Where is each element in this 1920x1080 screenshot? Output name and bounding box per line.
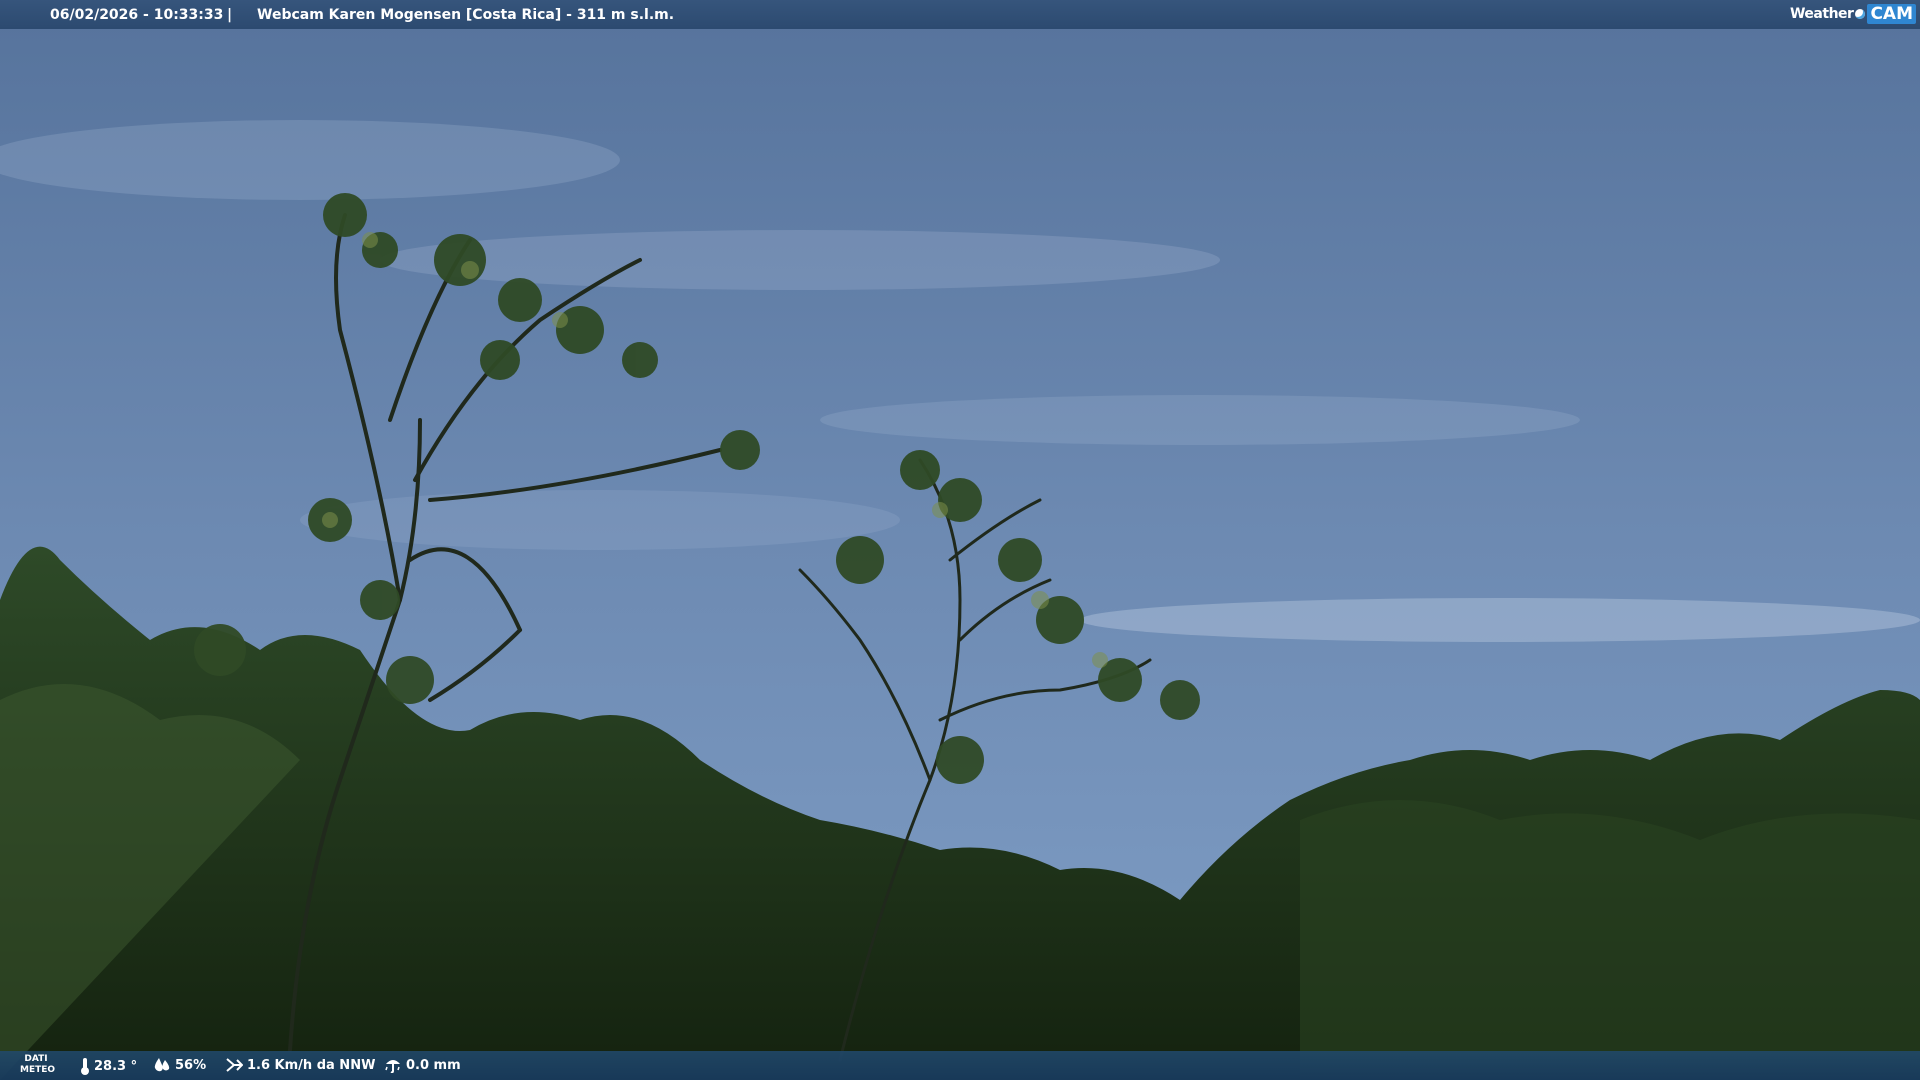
- webcam-frame: 06/02/2026 - 10:33:33 | Webcam Karen Mog…: [0, 0, 1920, 1080]
- header-overlay: 06/02/2026 - 10:33:33 | Webcam Karen Mog…: [0, 0, 1920, 29]
- weather-data-label: DATI METEO: [20, 1054, 56, 1076]
- temperature-reading: 28.3 °: [80, 1057, 137, 1075]
- temperature-value: 28.3 °: [94, 1058, 138, 1074]
- wind-value: 1.6 Km/h da NNW: [247, 1057, 376, 1073]
- logo-cam-text: CAM: [1867, 4, 1916, 24]
- rain-value: 0.0 mm: [406, 1057, 461, 1073]
- header-separator: |: [227, 7, 233, 23]
- weathercam-logo: Weather CAM: [1790, 4, 1916, 24]
- rain-reading: 0.0 mm: [384, 1057, 461, 1073]
- webcam-image: [0, 0, 1920, 1080]
- rain-gauge-icon: [385, 1060, 400, 1073]
- location-text: Webcam Karen Mogensen [Costa Rica] - 311…: [257, 7, 675, 23]
- logo-globe-icon: [1855, 9, 1866, 19]
- thermometer-icon: [81, 1058, 89, 1075]
- logo-weather-text: Weather: [1789, 6, 1854, 22]
- weather-data-bar: DATI METEO 28.3 ° 56% 1.6 Km/h da NNW 0.…: [0, 1051, 1920, 1080]
- datetime-text: 06/02/2026 - 10:33:33: [50, 7, 224, 23]
- label-line-2: METEO: [20, 1065, 56, 1075]
- wind-reading: 1.6 Km/h da NNW: [225, 1057, 375, 1073]
- wind-icon: [226, 1058, 243, 1072]
- humidity-drop-icon: [154, 1058, 170, 1072]
- label-line-1: DATI: [24, 1054, 48, 1064]
- humidity-value: 56%: [175, 1057, 207, 1073]
- humidity-reading: 56%: [153, 1057, 206, 1073]
